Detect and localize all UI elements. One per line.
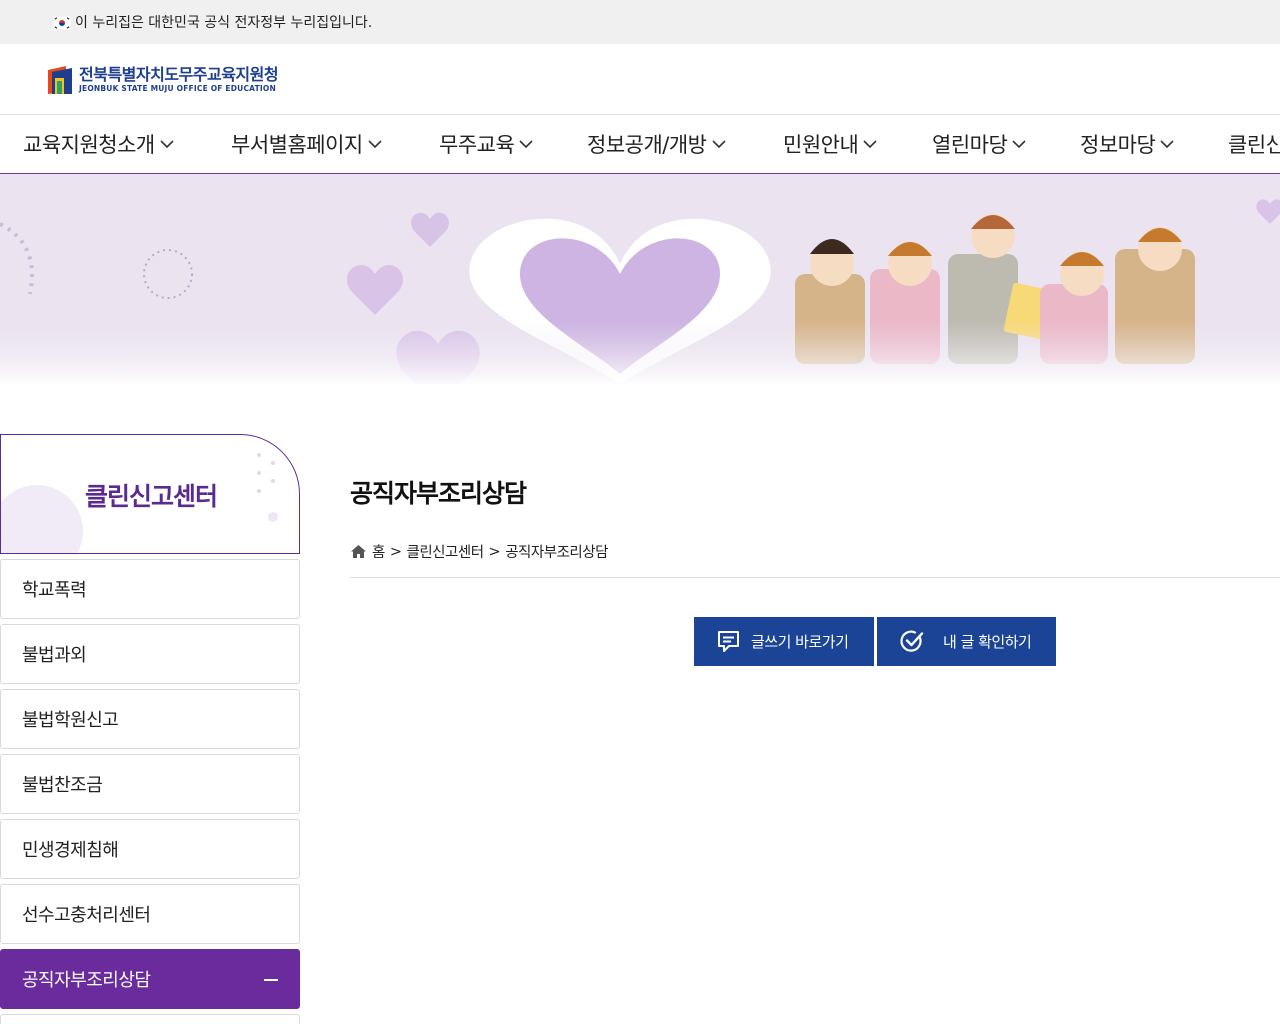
gnb-item-label: 정보마당: [1080, 133, 1156, 157]
korea-flag-icon: [52, 15, 72, 31]
chevron-down-icon: [711, 140, 726, 149]
chevron-down-icon: [368, 140, 382, 149]
check-my-post-label: 내 글 확인하기: [943, 633, 1032, 651]
gov-banner-text[interactable]: 이 누리집은 대한민국 공식 전자정부 누리집입니다.: [75, 12, 372, 32]
gnb-item-label: 정보공개/개방: [587, 133, 707, 157]
lnb-item-official-corruption[interactable]: 공직자부조리상담: [0, 949, 300, 1009]
gnb-item-open-forum[interactable]: 열린마당: [932, 115, 1027, 173]
lnb-item-label: 학교폭력: [22, 580, 87, 601]
chevron-down-icon: [519, 140, 533, 149]
lnb-item-school-violence[interactable]: 학교폭력: [0, 559, 300, 619]
chevron-down-icon: [1012, 140, 1026, 149]
lnb-item-label: 불법과외: [22, 645, 87, 666]
breadcrumb: 홈 > 클린신고센터 > 공직자부조리상담: [350, 541, 608, 562]
gnb-item-education[interactable]: 무주교육: [439, 115, 534, 173]
logo-name-ko: 전북특별자치도무주교육지원청: [79, 65, 279, 84]
lnb-item-illegal-tutoring[interactable]: 불법과외: [0, 624, 300, 684]
lnb-title: 클린신고센터: [84, 482, 218, 511]
lnb-item-label: 민생경제침해: [22, 840, 119, 861]
breadcrumb-level1[interactable]: 클린신고센터: [407, 541, 485, 562]
gnb-item-label: 부서별홈페이지: [231, 133, 363, 157]
gnb-item-label: 열린마당: [932, 133, 1008, 157]
home-icon[interactable]: [350, 544, 367, 559]
lnb-item-label: 불법찬조금: [22, 775, 103, 796]
breadcrumb-separator: >: [389, 543, 402, 560]
main-navigation: 교육지원청소개 부서별홈페이지 무주교육 정보공개/개방 민원안내 열린마당 정…: [0, 114, 1280, 174]
content-divider: [350, 577, 1280, 578]
collapse-minus-icon[interactable]: [264, 979, 278, 981]
lnb-item-label: 선수고충처리센터: [22, 905, 151, 926]
lnb-item-illegal-academy[interactable]: 불법학원신고: [0, 689, 300, 749]
gnb-item-label: 클린신: [1228, 133, 1280, 157]
breadcrumb-separator: >: [488, 543, 501, 560]
gnb-item-information[interactable]: 정보공개/개방: [587, 115, 727, 173]
gnb-item-label: 교육지원청소개: [23, 133, 155, 157]
page-title: 공직자부조리상담: [350, 479, 527, 508]
gnb-item-civil[interactable]: 민원안내: [783, 115, 878, 173]
write-post-button[interactable]: 글쓰기 바로가기: [694, 617, 874, 666]
site-header: 전북특별자치도무주교육지원청 JEONBUK STATE MUJU OFFICE…: [0, 44, 1280, 114]
check-circle-icon: [900, 630, 924, 652]
gov-banner: 이 누리집은 대한민국 공식 전자정부 누리집입니다.: [0, 0, 1280, 44]
gnb-item-about[interactable]: 교육지원청소개: [23, 115, 175, 173]
lnb-item-label: 불법학원신고: [22, 710, 119, 731]
site-logo[interactable]: 전북특별자치도무주교육지원청 JEONBUK STATE MUJU OFFICE…: [46, 64, 279, 96]
lnb-item-label: 공직자부조리상담: [22, 970, 151, 991]
logo-name-en: JEONBUK STATE MUJU OFFICE OF EDUCATION: [79, 84, 276, 93]
gnb-item-departments[interactable]: 부서별홈페이지: [231, 115, 383, 173]
lnb-title-box: 클린신고센터: [0, 434, 300, 554]
hero-banner: [0, 174, 1280, 384]
lnb-item-economy-infringement[interactable]: 민생경제침해: [0, 819, 300, 879]
check-my-post-button[interactable]: 내 글 확인하기: [877, 617, 1056, 666]
logo-mark-icon: [46, 64, 74, 96]
write-post-label: 글쓰기 바로가기: [751, 633, 849, 651]
gnb-item-label: 무주교육: [439, 133, 515, 157]
lnb-item-illegal-donation[interactable]: 불법찬조금: [0, 754, 300, 814]
hero-illustration: [0, 174, 1280, 384]
chevron-down-icon: [1160, 140, 1174, 149]
chevron-down-icon: [160, 140, 174, 149]
chevron-down-icon: [863, 140, 877, 149]
gnb-item-info-forum[interactable]: 정보마당: [1080, 115, 1175, 173]
breadcrumb-home[interactable]: 홈: [372, 541, 385, 562]
gnb-item-clean[interactable]: 클린신: [1228, 115, 1280, 173]
lnb-item-more[interactable]: [0, 1014, 300, 1024]
comment-edit-icon: [718, 631, 739, 652]
gnb-item-label: 민원안내: [783, 133, 859, 157]
lnb-item-athlete-grievance[interactable]: 선수고충처리센터: [0, 884, 300, 944]
breadcrumb-current: 공직자부조리상담: [505, 545, 608, 561]
